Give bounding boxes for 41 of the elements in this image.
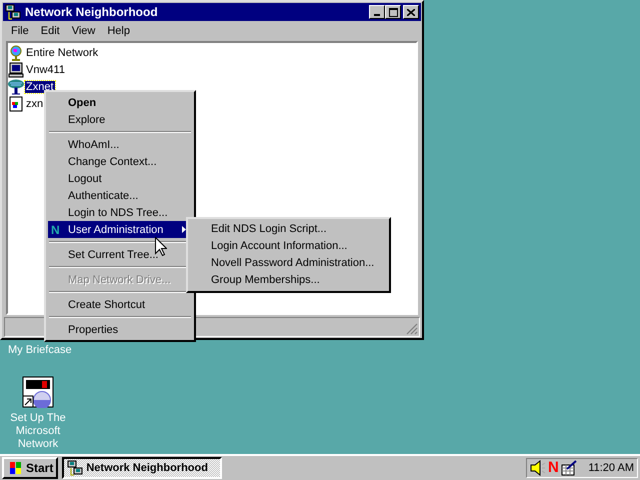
menu-item[interactable]: Create Shortcut bbox=[48, 296, 192, 313]
menu-item[interactable]: File bbox=[5, 24, 35, 36]
menu-item[interactable]: Novell Password Administration... bbox=[190, 255, 387, 272]
menu-item[interactable]: WhoAmI... bbox=[48, 136, 192, 153]
close-button[interactable] bbox=[403, 5, 419, 19]
network-item[interactable]: Zxnet bbox=[25, 80, 55, 92]
maximize-button[interactable] bbox=[385, 5, 401, 19]
network-icon bbox=[67, 460, 84, 476]
menu-item[interactable]: Change Context... bbox=[48, 153, 192, 170]
minimize-button[interactable] bbox=[369, 5, 385, 19]
menu-item[interactable]: Edit bbox=[34, 24, 66, 36]
maximize-icon bbox=[388, 8, 398, 16]
calendar-icon[interactable] bbox=[560, 460, 577, 476]
close-icon bbox=[407, 8, 415, 16]
menu-item[interactable]: Explore bbox=[48, 111, 192, 128]
menu-item[interactable]: Login to NDS Tree... bbox=[48, 204, 192, 221]
network-icon bbox=[5, 4, 21, 20]
network-item[interactable]: Entire Network bbox=[25, 46, 100, 58]
network-item[interactable]: zxn bbox=[25, 98, 44, 110]
menu-item[interactable]: Edit NDS Login Script... bbox=[190, 221, 387, 238]
clock: 11:20 AM bbox=[588, 462, 634, 474]
start-button[interactable]: Start bbox=[2, 457, 58, 479]
menu-item[interactable]: Help bbox=[101, 24, 136, 36]
submenu-arrow-icon bbox=[182, 226, 186, 233]
taskbar-button[interactable]: Network Neighborhood bbox=[62, 457, 222, 479]
menu-item[interactable]: Login Account Information... bbox=[190, 238, 387, 255]
tree-icon bbox=[8, 78, 24, 94]
network-setup-icon[interactable] bbox=[22, 376, 54, 408]
menu-item[interactable]: Properties bbox=[48, 321, 192, 338]
menu-item[interactable]: Open bbox=[48, 94, 192, 111]
globe-icon bbox=[8, 44, 24, 60]
menu-item[interactable]: Authenticate... bbox=[48, 187, 192, 204]
network-item[interactable]: Vnw411 bbox=[25, 64, 66, 76]
window-title: Network Neighborhood bbox=[25, 5, 159, 19]
speaker-icon[interactable] bbox=[530, 460, 546, 476]
windows-flag-icon bbox=[7, 461, 23, 475]
computer-icon bbox=[8, 62, 24, 78]
menu-item[interactable]: Group Memberships... bbox=[190, 272, 387, 289]
resize-grip-icon[interactable] bbox=[406, 323, 418, 335]
menu-item[interactable]: View bbox=[66, 24, 102, 36]
menu-item[interactable]: Logout bbox=[48, 170, 192, 187]
